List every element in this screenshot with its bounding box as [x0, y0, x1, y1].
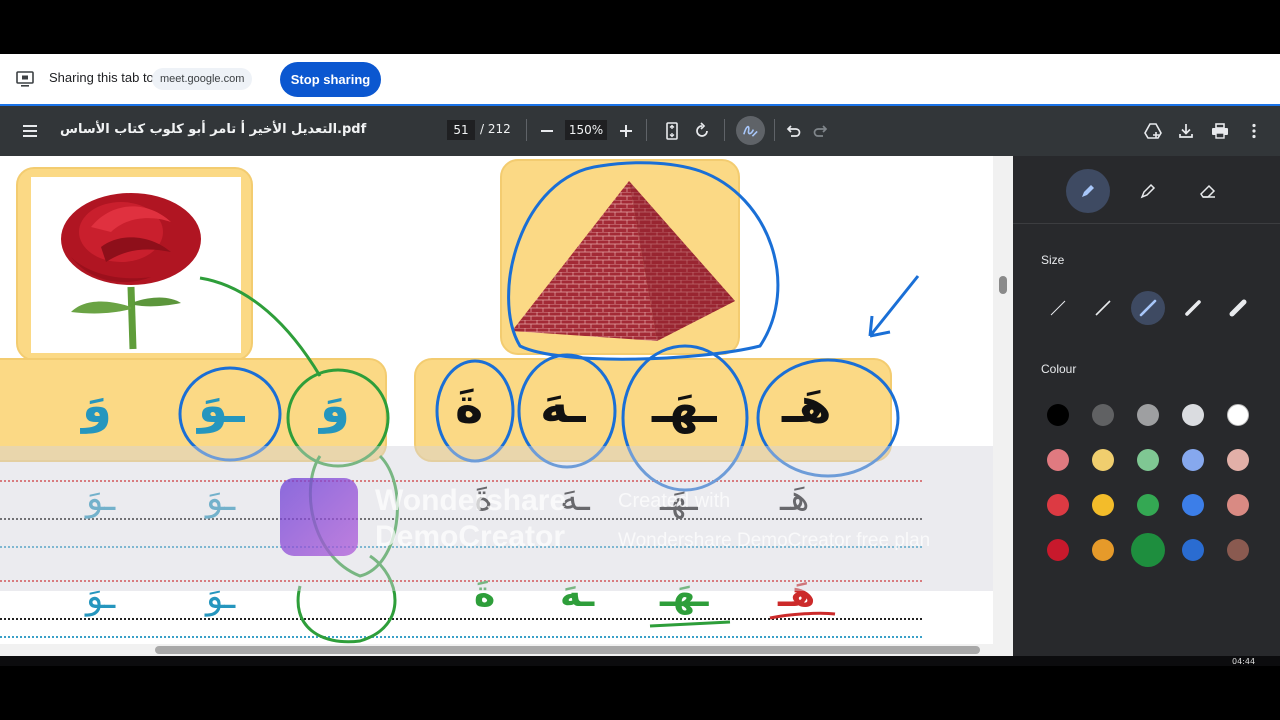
colour-swatch[interactable] [1227, 404, 1249, 426]
colour-swatch[interactable] [1047, 539, 1069, 561]
screen-share-icon [16, 71, 34, 87]
colour-swatch[interactable] [1047, 404, 1069, 426]
colour-swatch[interactable] [1227, 449, 1249, 471]
colour-label: Colour [1041, 362, 1077, 376]
pen-icon [1082, 185, 1094, 197]
eraser-tool-button[interactable] [1186, 169, 1230, 213]
tab-sharing-bar: Sharing this tab to meet.google.com Stop… [0, 54, 1280, 104]
colour-swatch[interactable] [1182, 404, 1204, 426]
colour-swatch[interactable] [1227, 539, 1249, 561]
pdf-page-view[interactable]: هَـ ـهَـ ـهَ ةَ وَ ـوَ وَ هَـ ـهَـ ـهَ ة… [0, 156, 993, 644]
watermark-created-with: Created with [618, 490, 731, 512]
undo-icon[interactable] [782, 121, 802, 141]
annotate-icon [743, 125, 758, 137]
annotation-tools [1013, 156, 1280, 224]
colour-swatch[interactable] [1047, 494, 1069, 516]
zoom-input[interactable]: 150% [565, 120, 607, 140]
colour-swatch[interactable] [1092, 539, 1114, 561]
fit-page-icon[interactable] [662, 121, 682, 141]
size-option-3[interactable] [1131, 291, 1165, 325]
pdf-toolbar: التعديل الأخير أ تامر أبو كلوب كتاب الأس… [0, 106, 1280, 156]
horizontal-scrollbar-thumb[interactable] [155, 646, 980, 654]
size-option-1[interactable] [1041, 291, 1075, 325]
watermark-title: Wondershare [375, 484, 567, 517]
colour-swatch[interactable] [1047, 449, 1069, 471]
watermark-plan-text: Wondershare DemoCreator free plan [618, 530, 931, 551]
sharing-domain-chip: meet.google.com [152, 68, 253, 90]
system-clock: 04:44 [1232, 657, 1256, 666]
highlighter-icon [1140, 183, 1156, 199]
colour-swatch[interactable] [1137, 494, 1159, 516]
colour-swatch[interactable] [1137, 449, 1159, 471]
more-options-icon[interactable] [1244, 121, 1264, 141]
toolbar-divider [774, 119, 775, 141]
recording-watermark-band [0, 446, 993, 591]
horizontal-scrollbar[interactable] [0, 644, 1013, 656]
colour-swatch[interactable] [1182, 539, 1204, 561]
colour-swatch[interactable] [1092, 404, 1114, 426]
size-option-4[interactable] [1176, 291, 1210, 325]
zoom-in-icon[interactable] [616, 121, 636, 141]
size-label: Size [1041, 253, 1065, 267]
screen: { "share_bar": { "label": "Sharing this … [0, 0, 1280, 720]
colour-swatch[interactable] [1092, 449, 1114, 471]
download-icon[interactable] [1176, 121, 1196, 141]
colour-swatch[interactable] [1182, 494, 1204, 516]
print-icon[interactable] [1210, 121, 1230, 141]
colour-swatch[interactable] [1137, 404, 1159, 426]
eraser-icon [1200, 184, 1216, 198]
vertical-scrollbar[interactable] [993, 156, 1013, 644]
toolbar-divider [526, 119, 527, 141]
annotation-panel: Size Colour [1013, 156, 1280, 656]
democreator-logo [280, 478, 358, 556]
size-option-2[interactable] [1086, 291, 1120, 325]
colour-swatch[interactable] [1182, 449, 1204, 471]
pen-tool-button[interactable] [1066, 169, 1110, 213]
menu-icon[interactable] [20, 121, 40, 141]
sharing-label: Sharing this tab to [49, 70, 154, 85]
colour-swatch[interactable] [1092, 494, 1114, 516]
add-to-drive-icon[interactable] [1143, 121, 1163, 141]
page-total: / 212 [480, 122, 511, 136]
highlighter-tool-button[interactable] [1126, 169, 1170, 213]
colour-swatch[interactable] [1227, 494, 1249, 516]
watermark-subtitle: DemoCreator [375, 520, 566, 553]
zoom-out-icon[interactable] [537, 121, 557, 141]
page-number-input[interactable]: 51 [447, 120, 475, 140]
annotate-button[interactable] [736, 116, 765, 145]
toolbar-divider [724, 119, 725, 141]
vertical-scrollbar-thumb[interactable] [999, 276, 1007, 294]
document-title: التعديل الأخير أ تامر أبو كلوب كتاب الأس… [60, 122, 367, 137]
toolbar-divider [646, 119, 647, 141]
size-option-5[interactable] [1221, 291, 1255, 325]
rotate-icon[interactable] [692, 121, 712, 141]
stop-sharing-button[interactable]: Stop sharing [280, 62, 381, 97]
redo-icon[interactable] [812, 121, 832, 141]
colour-swatch[interactable] [1131, 533, 1165, 567]
system-taskbar [0, 656, 1280, 666]
